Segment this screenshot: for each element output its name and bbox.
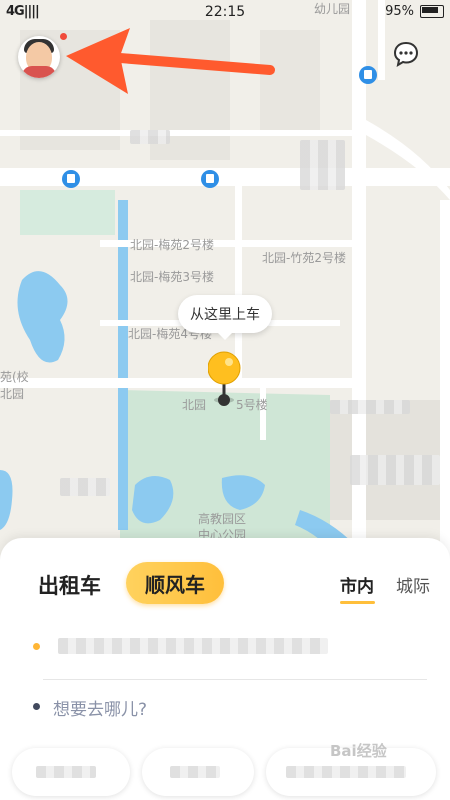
origin-address-blurred <box>58 638 328 654</box>
watermark-text: Bai经验 <box>330 742 387 760</box>
shortcut-chip[interactable] <box>142 748 254 796</box>
blurred-label <box>300 140 345 190</box>
map-label: 北园-竹苑2号楼 <box>262 251 346 265</box>
destination-input[interactable]: 想要去哪儿? <box>53 695 147 720</box>
destination-dot-icon <box>33 703 40 710</box>
blurred-label <box>60 478 110 496</box>
shortcut-label-blurred <box>170 766 220 778</box>
location-pin-icon <box>208 351 241 406</box>
map-label: 北园 <box>0 387 25 401</box>
segment-intercity[interactable]: 城际 <box>396 572 430 597</box>
pickup-bubble-text: 从这里上车 <box>190 307 260 323</box>
map-label: 北园-梅苑3号楼 <box>130 270 214 284</box>
map-label: 北园 <box>182 398 207 412</box>
divider <box>43 679 427 680</box>
destination-row[interactable]: 想要去哪儿? <box>0 693 450 723</box>
blurred-label <box>350 455 440 485</box>
tab-ride-share[interactable]: 顺风车 <box>126 562 224 604</box>
blurred-label <box>130 130 170 144</box>
origin-row[interactable] <box>0 630 450 672</box>
pickup-bubble[interactable]: 从这里上车 <box>178 295 272 340</box>
segment-city[interactable]: 市内 <box>340 572 374 597</box>
blurred-label <box>330 400 410 414</box>
shortcut-label-blurred <box>286 766 406 778</box>
segment-city-underline <box>340 601 375 604</box>
origin-dot-icon <box>33 643 40 650</box>
shortcut-label-blurred <box>36 766 96 778</box>
tab-taxi[interactable]: 出租车 <box>38 570 101 600</box>
map-label: 北园-梅苑2号楼 <box>130 238 214 252</box>
map-label: 高教园区 <box>198 512 247 526</box>
annotation-arrow-icon <box>66 28 275 94</box>
shortcut-chip[interactable] <box>12 748 130 796</box>
map-label: 苑(校 <box>0 370 29 384</box>
